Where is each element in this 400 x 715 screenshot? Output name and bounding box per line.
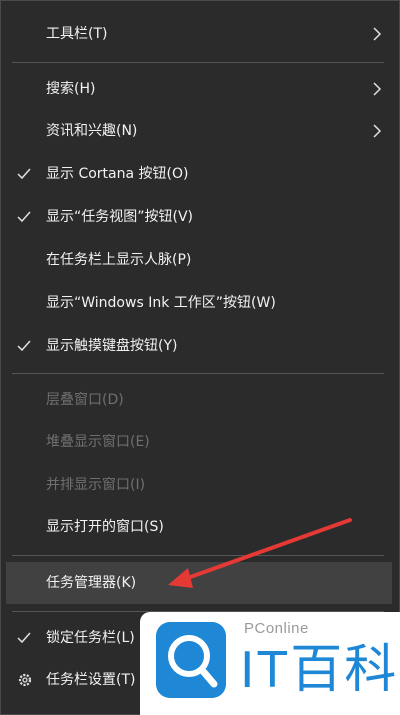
menu-item-news-interests[interactable]: 资讯和兴趣(N) (6, 111, 392, 151)
menu-item-stack-windows: 堆叠显示窗口(E) (6, 422, 392, 462)
menu-item-label: 显示“任务视图”按钮(V) (46, 209, 194, 225)
menu-item-label: 层叠窗口(D) (46, 392, 124, 408)
menu-item-task-manager[interactable]: 任务管理器(K) (6, 562, 392, 604)
menu-item-side-by-side-windows: 并排显示窗口(I) (6, 465, 392, 505)
menu-item-cascade-windows: 层叠窗口(D) (6, 380, 392, 420)
menu-item-label: 并排显示窗口(I) (46, 477, 146, 493)
menu-separator (12, 555, 384, 556)
menu-item-label: 显示打开的窗口(S) (46, 519, 164, 535)
menu-item-show-task-view[interactable]: 显示“任务视图”按钮(V) (6, 197, 392, 237)
menu-item-label: 在任务栏上显示人脉(P) (46, 252, 192, 268)
menu-item-show-touch-keyboard[interactable]: 显示触摸键盘按钮(Y) (6, 326, 392, 366)
menu-item-label: 显示触摸键盘按钮(Y) (46, 338, 178, 354)
menu-item-label: 搜索(H) (46, 81, 96, 97)
chevron-right-icon (373, 82, 382, 96)
menu-item-label: 锁定任务栏(L) (46, 630, 135, 646)
menu-item-label: 任务管理器(K) (46, 575, 137, 591)
menu-item-show-open-windows[interactable]: 显示打开的窗口(S) (6, 507, 392, 547)
magnifier-logo-icon (156, 622, 226, 698)
menu-item-toolbars[interactable]: 工具栏(T) (6, 14, 392, 54)
gear-icon (18, 673, 32, 687)
pconline-watermark: PConline IT百科 (140, 612, 400, 715)
menu-item-show-windows-ink[interactable]: 显示“Windows Ink 工作区”按钮(W) (6, 283, 392, 323)
chevron-right-icon (373, 124, 382, 138)
checkmark-icon (17, 168, 31, 180)
menu-separator (12, 373, 384, 374)
menu-item-label: 堆叠显示窗口(E) (46, 434, 150, 450)
menu-item-show-cortana[interactable]: 显示 Cortana 按钮(O) (6, 154, 392, 194)
checkmark-icon (17, 632, 31, 644)
menu-item-label: 工具栏(T) (46, 26, 108, 42)
chevron-right-icon (373, 27, 382, 41)
menu-item-label: 资讯和兴趣(N) (46, 123, 138, 139)
menu-item-label: 显示 Cortana 按钮(O) (46, 166, 189, 182)
watermark-brand-text: PConline (244, 620, 309, 637)
menu-item-label: 显示“Windows Ink 工作区”按钮(W) (46, 295, 276, 311)
menu-item-label: 任务栏设置(T) (46, 672, 136, 688)
menu-separator (12, 62, 384, 63)
checkmark-icon (17, 340, 31, 352)
watermark-title-text: IT百科 (240, 641, 399, 699)
menu-item-search[interactable]: 搜索(H) (6, 69, 392, 109)
checkmark-icon (17, 211, 31, 223)
menu-item-show-people[interactable]: 在任务栏上显示人脉(P) (6, 240, 392, 280)
taskbar-context-menu: 工具栏(T) 搜索(H) 资讯和兴趣(N) 显示 Cortana 按钮(O) 显… (6, 6, 392, 709)
